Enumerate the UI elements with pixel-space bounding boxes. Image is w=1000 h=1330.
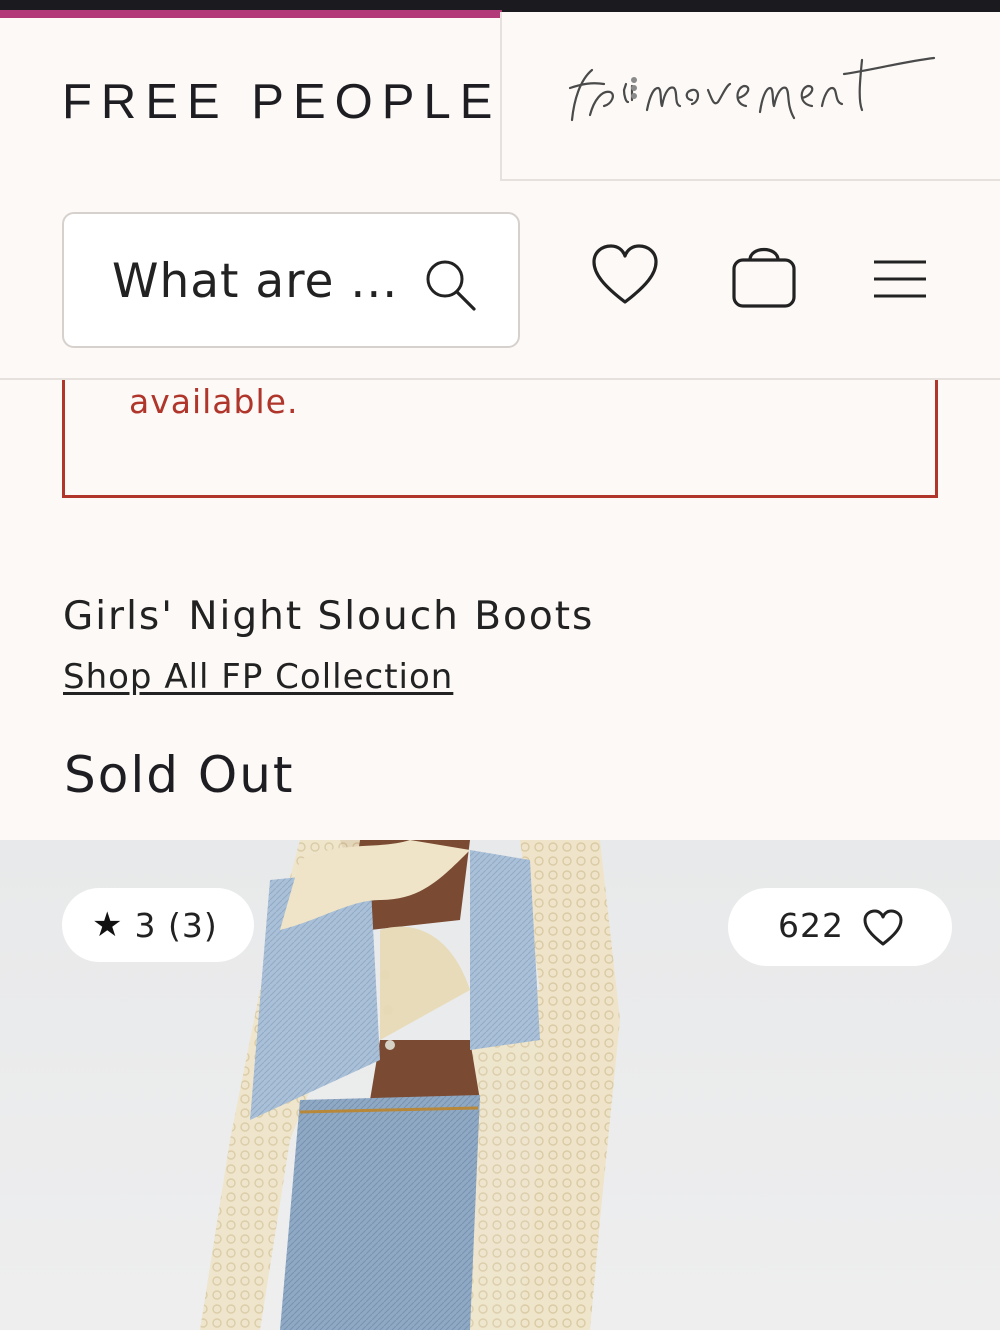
availability-alert: available. bbox=[62, 380, 938, 498]
product-image[interactable]: ★ 3 (3) 622 bbox=[0, 840, 1000, 1330]
brand-logo[interactable]: FREE PEOPLE bbox=[62, 74, 501, 130]
sold-out-status: Sold Out bbox=[64, 746, 295, 804]
star-icon: ★ bbox=[92, 905, 123, 945]
shop-collection-link[interactable]: Shop All FP Collection bbox=[63, 657, 453, 697]
fp-movement-tab[interactable] bbox=[500, 12, 1000, 181]
heart-icon bbox=[863, 909, 903, 946]
top-status-bar bbox=[0, 0, 1000, 18]
heart-icon[interactable] bbox=[590, 242, 660, 308]
hamburger-menu-icon[interactable] bbox=[872, 258, 928, 300]
alert-message: available. bbox=[129, 382, 299, 421]
favorite-count-button[interactable]: 622 bbox=[728, 888, 952, 966]
rating-badge[interactable]: ★ 3 (3) bbox=[62, 888, 254, 962]
product-title: Girls' Night Slouch Boots bbox=[63, 594, 595, 639]
rating-text: 3 (3) bbox=[134, 905, 218, 945]
search-toolbar: What are ... bbox=[0, 180, 1000, 380]
fp-movement-logo bbox=[568, 56, 936, 122]
search-placeholder: What are ... bbox=[112, 254, 399, 309]
bag-icon[interactable] bbox=[730, 240, 798, 310]
search-input[interactable]: What are ... bbox=[62, 212, 520, 348]
likes-count: 622 bbox=[778, 906, 844, 945]
search-icon[interactable] bbox=[422, 256, 478, 312]
